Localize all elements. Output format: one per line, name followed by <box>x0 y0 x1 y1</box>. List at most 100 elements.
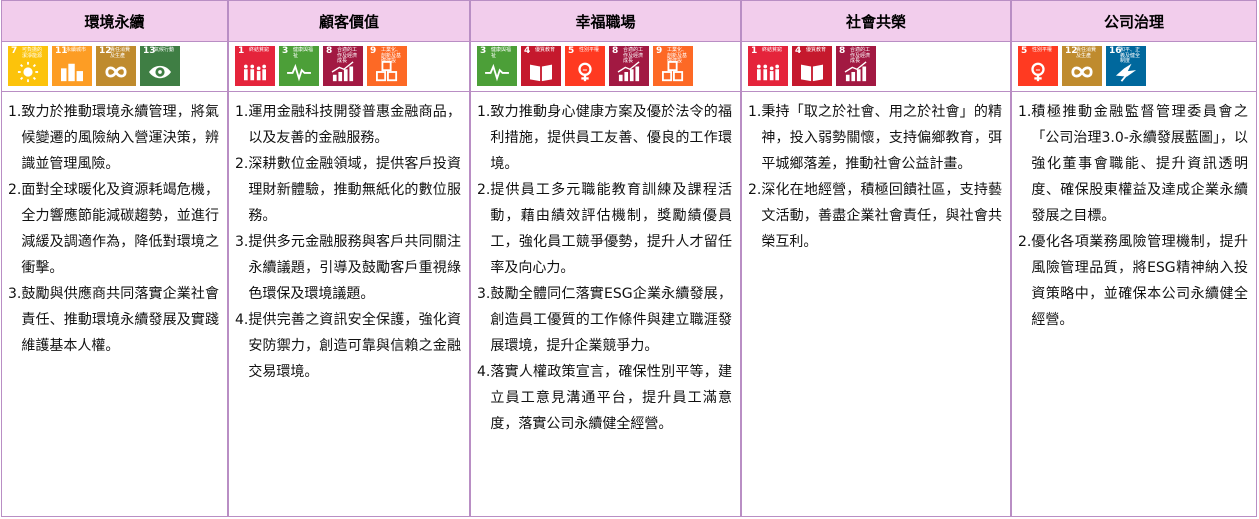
column-2: 顧客價值 1 終結貧窮 3 健康與福祉 8 合適的工作及經濟成長 9 工業化、創新及基礎建設 1.… <box>228 0 470 517</box>
sdg-11-tile: 11 永續城市 <box>52 46 92 86</box>
column-header: 顧客價值 <box>229 1 469 42</box>
list-item: 1. 積極推動金融監督管理委員會之「公司治理3.0-永續發展藍圖」，以強化董事會職… <box>1018 99 1248 229</box>
item-text: 提供完善之資訊安全保護，強化資安防禦力，創造可靠與信賴之金融交易環境。 <box>248 312 461 380</box>
item-text: 鼓勵與供應商共同落實企業社會責任、推動環境永續發展及實踐維護基本人權。 <box>21 286 219 354</box>
list-item: 1. 秉持「取之於社會、用之於社會」的精神，投入弱勢關懷，支持偏鄉教育，弭平城鄉落… <box>748 99 1002 177</box>
sdg-12-tile: 12 責任消費及生產 <box>96 46 136 86</box>
item-text: 積極推動金融監督管理委員會之「公司治理3.0-永續發展藍圖」，以強化董事會職能、… <box>1031 104 1248 224</box>
sdg-icon-row: 1 終結貧窮 4 優質教育 8 合適的工作及經濟成長 <box>742 42 1010 92</box>
item-number: 1. <box>748 104 762 120</box>
sdg-number: 3 <box>480 46 487 56</box>
sdg-label: 責任消費及生產 <box>1076 47 1097 59</box>
growth-chart-icon <box>617 61 640 82</box>
city-icon <box>61 63 83 82</box>
item-list: 1. 秉持「取之於社會、用之於社會」的精神，投入弱勢關懷，支持偏鄉教育，弭平城鄉落… <box>748 99 1002 255</box>
dove-icon <box>1115 63 1137 82</box>
column-header: 公司治理 <box>1012 1 1256 42</box>
sdg-number: 9 <box>370 46 377 56</box>
sdg-number: 8 <box>612 46 619 56</box>
column-1: 環境永續 7 可負擔的潔淨能源 11 永續城市 12 責任消費及生產 13 氣候行動 1. 致力於推… <box>1 0 228 517</box>
sdg-3-tile: 3 健康與福祉 <box>279 46 319 86</box>
sdg-5-tile: 5 性別平權 = <box>565 46 605 86</box>
infinity-icon <box>1071 66 1093 78</box>
item-text: 面對全球暖化及資源耗竭危機，全力響應節能減碳趨勢，並進行減緩及調適作為，降低對環… <box>21 182 219 276</box>
item-number: 1. <box>8 104 22 120</box>
sdg-number: 8 <box>326 46 333 56</box>
item-text: 致力推動身心健康方案及優於法令的福利措施，提供員工友善、優良的工作環境。 <box>490 104 732 172</box>
eye-globe-icon <box>149 65 171 79</box>
sdg-label: 優質教育 <box>535 47 556 53</box>
item-number: 3. <box>8 286 22 302</box>
gender-icon: = <box>1031 62 1045 82</box>
item-text: 深化在地經營，積極回饋社區，支持藝文活動，善盡企業社會責任，與社會共榮互利。 <box>761 182 1002 250</box>
list-item: 4. 提供完善之資訊安全保護，強化資安防禦力，創造可靠與信賴之金融交易環境。 <box>235 307 461 385</box>
list-item: 4. 落實人權政策宣言，確保性別平等，建立員工意見溝通平台，提升員工滿意度，落實公… <box>477 359 732 437</box>
list-item: 2. 面對全球暖化及資源耗竭危機，全力響應節能減碳趨勢，並進行減緩及調適作為，降低… <box>8 177 219 281</box>
sdg-9-tile: 9 工業化、創新及基礎建設 <box>367 46 407 86</box>
sdg-label: 健康與福祉 <box>491 47 512 59</box>
people-icon <box>757 64 779 81</box>
item-number: 2. <box>477 182 491 198</box>
sdg-label: 氣候行動 <box>154 47 175 53</box>
column-body: 1. 致力於推動環境永續管理，將氣候變遷的風險納入營運決策，辨識並管理風險。 2. 面… <box>2 92 227 359</box>
sdg-number: 5 <box>568 46 575 56</box>
sdg-13-tile: 13 氣候行動 <box>140 46 180 86</box>
growth-chart-icon <box>844 61 867 82</box>
column-header: 環境永續 <box>2 1 227 42</box>
item-number: 2. <box>748 182 762 198</box>
column-body: 1. 積極推動金融監督管理委員會之「公司治理3.0-永續發展藍圖」，以強化董事會職… <box>1012 92 1256 333</box>
cubes-icon <box>662 61 684 82</box>
heartbeat-icon <box>485 63 509 82</box>
sdg-icon-row: 3 健康與福祉 4 優質教育 5 性別平權 = 8 合適的工作及經濟成長 9 工業化、創新及基礎建設 <box>471 42 740 92</box>
sdg-8-tile: 8 合適的工作及經濟成長 <box>323 46 363 86</box>
sdg-12-tile: 12 責任消費及生產 <box>1062 46 1102 86</box>
sdg-5-tile: 5 性別平權 = <box>1018 46 1058 86</box>
growth-chart-icon <box>331 61 354 82</box>
sdg-number: 5 <box>1021 46 1028 56</box>
column-3: 幸福職場 3 健康與福祉 4 優質教育 5 性別平權 = 8 合適的工作及經濟成長 9 工業化、創新及… <box>470 0 741 517</box>
svg-text:=: = <box>1035 66 1040 74</box>
sdg-label: 可負擔的潔淨能源 <box>22 47 43 59</box>
item-list: 1. 運用金融科技開發普惠金融商品，以及友善的金融服務。 2. 深耕數位金融領域，提供… <box>235 99 461 385</box>
item-number: 4. <box>235 312 249 328</box>
sdg-7-tile: 7 可負擔的潔淨能源 <box>8 46 48 86</box>
sun-icon <box>17 61 39 83</box>
item-text: 優化各項業務風險管理機制，提升風險管理品質，將ESG精神納入投資策略中，並確保本… <box>1031 234 1248 328</box>
item-number: 2. <box>8 182 22 198</box>
sdg-1-tile: 1 終結貧窮 <box>748 46 788 86</box>
column-5: 公司治理 5 性別平權 = 12 責任消費及生產 16 和平、正義及健全制度 1. 積極推動金融監… <box>1011 0 1257 517</box>
item-number: 3. <box>235 234 249 250</box>
item-text: 提供多元金融服務與客戶共同關注永續議題，引導及鼓勵客戶重視綠色環保及環境議題。 <box>248 234 461 302</box>
people-icon <box>244 64 266 81</box>
gender-icon: = <box>578 62 592 82</box>
cubes-icon <box>376 61 398 82</box>
book-icon <box>530 64 552 82</box>
item-number: 1. <box>235 104 249 120</box>
list-item: 3. 鼓勵與供應商共同落實企業社會責任、推動環境永續發展及實踐維護基本人權。 <box>8 281 219 359</box>
sdg-label: 性別平權 <box>1032 47 1053 53</box>
item-text: 致力於推動環境永續管理，將氣候變遷的風險納入營運決策，辨識並管理風險。 <box>21 104 219 172</box>
item-number: 2. <box>235 156 249 172</box>
item-list: 1. 致力於推動環境永續管理，將氣候變遷的風險納入營運決策，辨識並管理風險。 2. 面… <box>8 99 219 359</box>
item-number: 2. <box>1018 234 1032 250</box>
list-item: 2. 優化各項業務風險管理機制，提升風險管理品質，將ESG精神納入投資策略中，並確… <box>1018 229 1248 333</box>
list-item: 2. 深耕數位金融領域，提供客戶投資理財新體驗，推動無紙化的數位服務。 <box>235 151 461 229</box>
sdg-8-tile: 8 合適的工作及經濟成長 <box>609 46 649 86</box>
item-list: 1. 積極推動金融監督管理委員會之「公司治理3.0-永續發展藍圖」，以強化董事會職… <box>1018 99 1248 333</box>
sdg-4-tile: 4 優質教育 <box>792 46 832 86</box>
item-text: 鼓勵全體同仁落實ESG企業永續發展，創造員工優質的工作條件與建立職涯發展環境，提… <box>490 286 732 354</box>
item-number: 4. <box>477 364 491 380</box>
item-text: 落實人權政策宣言，確保性別平等，建立員工意見溝通平台，提升員工滿意度，落實公司永… <box>490 364 732 432</box>
list-item: 2. 深化在地經營，積極回饋社區，支持藝文活動，善盡企業社會責任，與社會共榮互利。 <box>748 177 1002 255</box>
sdg-number: 3 <box>282 46 289 56</box>
svg-text:=: = <box>582 66 587 74</box>
column-body: 1. 運用金融科技開發普惠金融商品，以及友善的金融服務。 2. 深耕數位金融領域，提供… <box>229 92 469 385</box>
column-header: 社會共榮 <box>742 1 1010 42</box>
sdg-label: 健康與福祉 <box>293 47 314 59</box>
list-item: 2. 提供員工多元職能教育訓練及課程活動，藉由績效評估機制，獎勵績優員工，強化員工… <box>477 177 732 281</box>
item-text: 深耕數位金融領域，提供客戶投資理財新體驗，推動無紙化的數位服務。 <box>248 156 461 224</box>
item-number: 1. <box>1018 104 1032 120</box>
sdg-number: 1 <box>238 46 245 56</box>
item-text: 運用金融科技開發普惠金融商品，以及友善的金融服務。 <box>248 104 461 146</box>
sdg-4-tile: 4 優質教育 <box>521 46 561 86</box>
